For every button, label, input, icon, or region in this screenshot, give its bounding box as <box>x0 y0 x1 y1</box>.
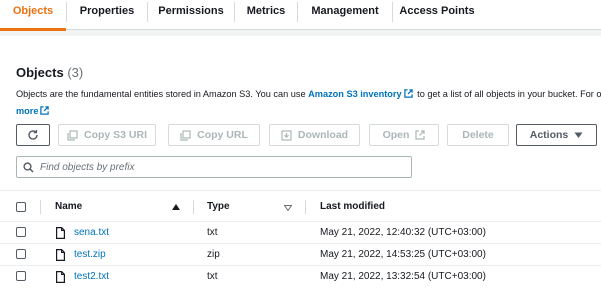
download-button[interactable]: Download <box>269 124 360 146</box>
tab-bar: Objects Properties Permissions Metrics M… <box>0 0 601 31</box>
description-text-2: to get a list of all objects in your buc… <box>417 89 601 99</box>
object-last-modified: May 21, 2022, 13:32:54 (UTC+03:00) <box>320 271 486 282</box>
column-header-name[interactable]: Name <box>55 191 82 223</box>
tab-properties[interactable]: Properties <box>67 0 147 30</box>
file-icon <box>56 249 65 261</box>
file-icon <box>56 227 65 239</box>
refresh-button[interactable] <box>16 124 50 146</box>
row-checkbox[interactable] <box>16 271 26 281</box>
column-header-type[interactable]: Type <box>207 191 230 223</box>
tab-management[interactable]: Management <box>298 0 392 30</box>
caret-down-icon <box>574 132 583 138</box>
copy-s3-uri-label: Copy S3 URI <box>83 129 147 141</box>
object-name-link[interactable]: sena.txt <box>74 222 109 244</box>
object-type: zip <box>207 249 220 260</box>
copy-url-button[interactable]: Copy URL <box>168 124 260 146</box>
object-type: txt <box>207 271 218 282</box>
table-row[interactable]: sena.txt txt May 21, 2022, 12:40:32 (UTC… <box>0 222 601 244</box>
tab-label: Metrics <box>246 5 286 17</box>
tab-objects[interactable]: Objects <box>0 0 66 31</box>
object-last-modified: May 21, 2022, 12:40:32 (UTC+03:00) <box>320 227 486 238</box>
description-text: Objects are the fundamental entities sto… <box>16 89 306 99</box>
external-link-icon <box>415 130 426 140</box>
objects-description: Objects are the fundamental entities sto… <box>16 86 601 120</box>
file-icon <box>56 271 65 283</box>
select-all-checkbox[interactable] <box>16 202 26 212</box>
download-label: Download <box>297 129 349 141</box>
table-row[interactable]: test.zip zip May 21, 2022, 14:53:25 (UTC… <box>0 244 601 266</box>
object-name-link[interactable]: test.zip <box>74 244 106 266</box>
copy-s3-uri-button[interactable]: Copy S3 URI <box>58 124 156 146</box>
open-button[interactable]: Open <box>369 124 439 146</box>
copy-icon <box>67 129 78 141</box>
object-last-modified: May 21, 2022, 14:53:25 (UTC+03:00) <box>320 249 486 260</box>
search-box <box>16 156 412 178</box>
column-header-last-modified[interactable]: Last modified <box>320 191 385 223</box>
refresh-icon <box>28 130 38 140</box>
objects-panel: Objects (3) Objects are the fundamental … <box>0 36 601 288</box>
page-title-text: Objects <box>16 65 64 80</box>
page-title: Objects (3) <box>16 65 83 80</box>
delete-label: Delete <box>462 129 494 141</box>
open-label: Open <box>382 129 410 141</box>
external-link-icon <box>40 106 50 115</box>
tab-access-points[interactable]: Access Points <box>393 0 481 30</box>
more-link[interactable]: more <box>16 106 38 116</box>
tab-label: Objects <box>12 5 54 17</box>
row-checkbox[interactable] <box>16 249 26 259</box>
tab-label: Permissions <box>158 5 224 17</box>
actions-label: Actions <box>529 129 569 141</box>
tab-permissions[interactable]: Permissions <box>148 0 234 30</box>
search-icon <box>23 161 34 173</box>
table-header: Name Type Last modified <box>0 190 601 222</box>
column-divider <box>305 200 306 214</box>
column-divider <box>40 200 41 214</box>
external-link-icon <box>403 89 413 98</box>
tab-label: Management <box>311 5 379 17</box>
copy-icon <box>180 129 191 141</box>
sort-icon[interactable] <box>284 205 292 211</box>
delete-button[interactable]: Delete <box>447 124 509 146</box>
copy-url-label: Copy URL <box>197 129 248 141</box>
actions-dropdown[interactable]: Actions <box>516 124 597 146</box>
tab-label: Access Points <box>399 5 475 17</box>
tab-metrics[interactable]: Metrics <box>235 0 297 30</box>
inventory-link[interactable]: Amazon S3 inventory <box>308 89 401 99</box>
row-checkbox[interactable] <box>16 227 26 237</box>
download-icon <box>281 129 292 141</box>
table-row[interactable]: test2.txt txt May 21, 2022, 13:32:54 (UT… <box>0 266 601 288</box>
active-tab-underline <box>0 28 66 31</box>
object-name-link[interactable]: test2.txt <box>74 266 109 288</box>
search-input[interactable] <box>40 161 400 173</box>
object-type: txt <box>207 227 218 238</box>
object-count: (3) <box>67 65 84 80</box>
sort-ascending-icon[interactable] <box>172 204 180 210</box>
column-divider <box>193 200 194 214</box>
tab-label: Properties <box>79 5 135 17</box>
